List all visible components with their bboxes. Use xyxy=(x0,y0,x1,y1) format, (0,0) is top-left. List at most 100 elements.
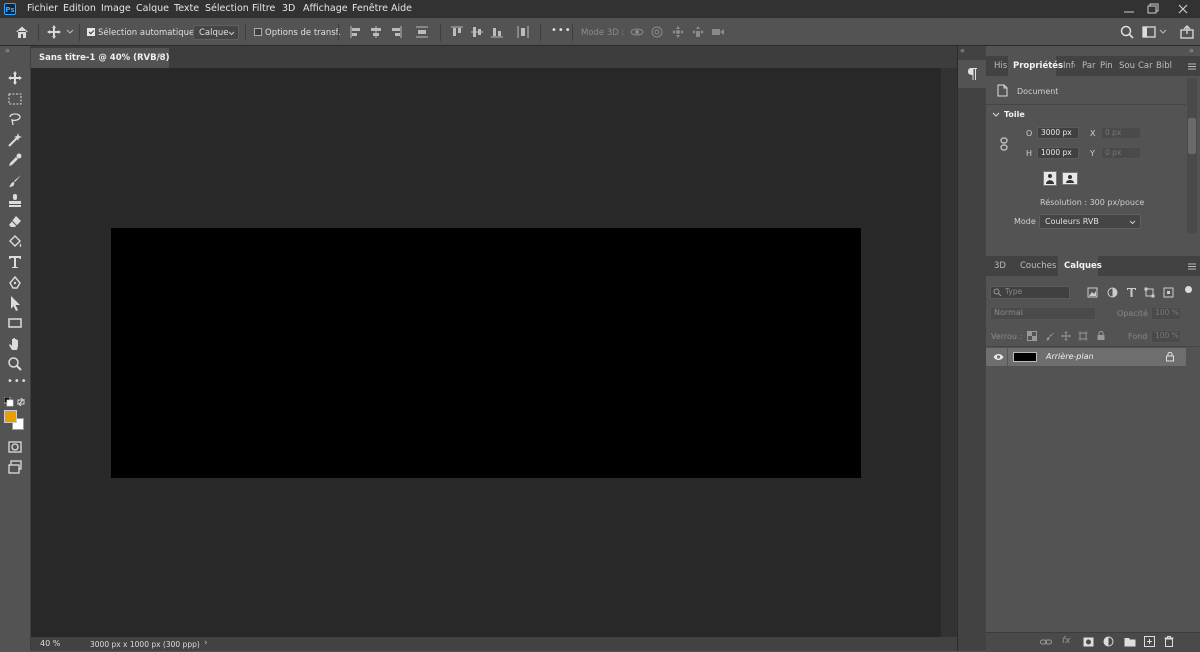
properties-scrollbar[interactable] xyxy=(1187,78,1197,233)
brush-tool-icon[interactable] xyxy=(7,173,23,189)
panel-menu-icon[interactable] xyxy=(1188,263,1196,270)
move-tool-icon[interactable] xyxy=(7,70,23,86)
filter-smart-object-icon[interactable] xyxy=(1163,287,1174,298)
distribute-vertical-icon[interactable] xyxy=(516,25,530,39)
more-tools-icon[interactable]: ••• xyxy=(7,376,27,392)
zoom-tool-icon[interactable] xyxy=(7,356,23,372)
tab-paragraph[interactable]: Par xyxy=(1082,61,1095,71)
layer-name[interactable]: Arrière-plan xyxy=(1046,352,1094,361)
auto-select-target-dropdown[interactable]: Calque xyxy=(193,25,239,40)
filter-toggle-icon[interactable] xyxy=(1185,286,1192,293)
menu-edition[interactable]: Edition xyxy=(63,3,96,14)
stamp-tool-icon[interactable] xyxy=(7,193,23,209)
close-window-button[interactable] xyxy=(1172,2,1194,16)
fill-field[interactable]: 100 % xyxy=(1151,330,1181,343)
filter-type-icon[interactable] xyxy=(1126,287,1137,298)
chevron-down-icon[interactable] xyxy=(66,29,74,35)
layer-filter-dropdown[interactable]: Type xyxy=(990,286,1070,299)
expand-double-arrow-icon[interactable]: « xyxy=(960,46,965,55)
path-selection-tool-icon[interactable] xyxy=(7,295,23,311)
minimize-button[interactable] xyxy=(1118,2,1140,16)
menu-3d[interactable]: 3D xyxy=(282,3,295,14)
paint-bucket-tool-icon[interactable] xyxy=(7,234,23,250)
lock-position-icon[interactable] xyxy=(1061,331,1071,341)
tab-info[interactable]: Info xyxy=(1063,61,1075,71)
tab-character[interactable]: Car xyxy=(1138,61,1153,71)
align-top-icon[interactable] xyxy=(450,25,464,39)
layer-thumbnail[interactable] xyxy=(1013,352,1037,362)
eraser-tool-icon[interactable] xyxy=(7,214,23,230)
layer-row[interactable]: Arrière-plan xyxy=(986,348,1186,366)
lock-artboard-icon[interactable] xyxy=(1078,331,1088,341)
height-field[interactable]: 1000 px xyxy=(1037,147,1079,159)
menu-fenetre[interactable]: Fenêtre xyxy=(352,3,388,14)
color-mode-dropdown[interactable]: Couleurs RVB xyxy=(1039,214,1141,229)
y-field[interactable]: 0 px xyxy=(1101,147,1141,159)
screen-mode-icon[interactable] xyxy=(7,459,23,475)
new-layer-icon[interactable] xyxy=(1144,636,1155,647)
magic-wand-tool-icon[interactable] xyxy=(7,132,23,148)
chevron-down-icon[interactable] xyxy=(992,112,1000,118)
chevron-right-icon[interactable]: › xyxy=(204,638,208,648)
more-options-button[interactable]: ••• xyxy=(551,25,572,36)
lock-transparency-icon[interactable] xyxy=(1027,331,1037,341)
tab-3d[interactable]: 3D xyxy=(994,261,1006,271)
tab-channels[interactable]: Couches xyxy=(1020,261,1056,271)
add-mask-icon[interactable] xyxy=(1083,637,1094,647)
filter-shape-icon[interactable] xyxy=(1144,287,1155,298)
orbit-3d-icon[interactable] xyxy=(629,25,645,39)
tab-source[interactable]: Sou xyxy=(1119,61,1135,71)
portrait-orientation-button[interactable] xyxy=(1043,171,1057,186)
share-icon[interactable] xyxy=(1180,25,1194,39)
tab-libraries[interactable]: Bibl xyxy=(1156,61,1172,71)
opacity-field[interactable]: 100 % xyxy=(1151,307,1181,320)
filter-pixel-icon[interactable] xyxy=(1087,287,1098,298)
foreground-color-swatch[interactable] xyxy=(4,410,17,423)
pen-tool-icon[interactable] xyxy=(7,275,23,291)
paragraph-panel-button[interactable] xyxy=(958,60,986,88)
close-tab-icon[interactable]: × xyxy=(156,52,164,62)
menu-image[interactable]: Image xyxy=(101,3,131,14)
rectangle-tool-icon[interactable] xyxy=(7,315,23,331)
vertical-scrollbar[interactable] xyxy=(941,68,957,637)
quick-mask-icon[interactable] xyxy=(7,439,23,455)
x-field[interactable]: 0 px xyxy=(1101,127,1141,139)
move-tool-icon[interactable] xyxy=(46,24,62,40)
fx-icon[interactable]: fx xyxy=(1062,636,1071,646)
menu-texte[interactable]: Texte xyxy=(174,3,199,14)
roll-3d-icon[interactable] xyxy=(650,25,664,39)
auto-select-checkbox[interactable] xyxy=(87,28,95,36)
align-right-icon[interactable] xyxy=(389,25,403,39)
tab-properties[interactable]: Propriétés xyxy=(1013,61,1063,71)
width-field[interactable]: 3000 px xyxy=(1037,127,1079,139)
align-center-h-icon[interactable] xyxy=(369,25,383,39)
lock-pixels-icon[interactable] xyxy=(1046,331,1056,341)
tab-brush[interactable]: Pin xyxy=(1100,61,1113,71)
transform-controls-checkbox[interactable] xyxy=(254,28,262,36)
blend-mode-dropdown[interactable]: Normal xyxy=(990,307,1096,320)
adjustment-layer-icon[interactable] xyxy=(1103,636,1114,647)
filter-adjustment-icon[interactable] xyxy=(1107,287,1118,298)
eyedropper-tool-icon[interactable] xyxy=(7,152,23,168)
marquee-tool-icon[interactable] xyxy=(7,91,23,107)
lock-all-icon[interactable] xyxy=(1096,330,1106,341)
document-tab[interactable]: Sans titre-1 @ 40% (RVB/8) × xyxy=(31,48,169,68)
align-middle-v-icon[interactable] xyxy=(470,25,484,39)
menu-aide[interactable]: Aide xyxy=(391,3,412,14)
video-camera-3d-icon[interactable] xyxy=(711,25,725,39)
menu-selection[interactable]: Sélection xyxy=(205,3,249,14)
type-tool-icon[interactable] xyxy=(7,254,23,270)
distribute-horizontal-icon[interactable] xyxy=(415,25,429,39)
menu-filtre[interactable]: Filtre xyxy=(252,3,275,14)
link-chain-icon[interactable] xyxy=(1000,137,1008,151)
search-icon[interactable] xyxy=(1120,25,1134,39)
workspace-icon[interactable] xyxy=(1142,25,1156,39)
menu-calque[interactable]: Calque xyxy=(136,3,169,14)
menu-affichage[interactable]: Affichage xyxy=(303,3,348,14)
menu-fichier[interactable]: Fichier xyxy=(27,3,58,14)
pan-3d-icon[interactable] xyxy=(671,25,685,39)
chevron-down-icon[interactable] xyxy=(1159,29,1167,35)
align-left-icon[interactable] xyxy=(349,25,363,39)
swap-colors-icon[interactable] xyxy=(16,397,26,407)
delete-layer-icon[interactable] xyxy=(1164,636,1174,647)
